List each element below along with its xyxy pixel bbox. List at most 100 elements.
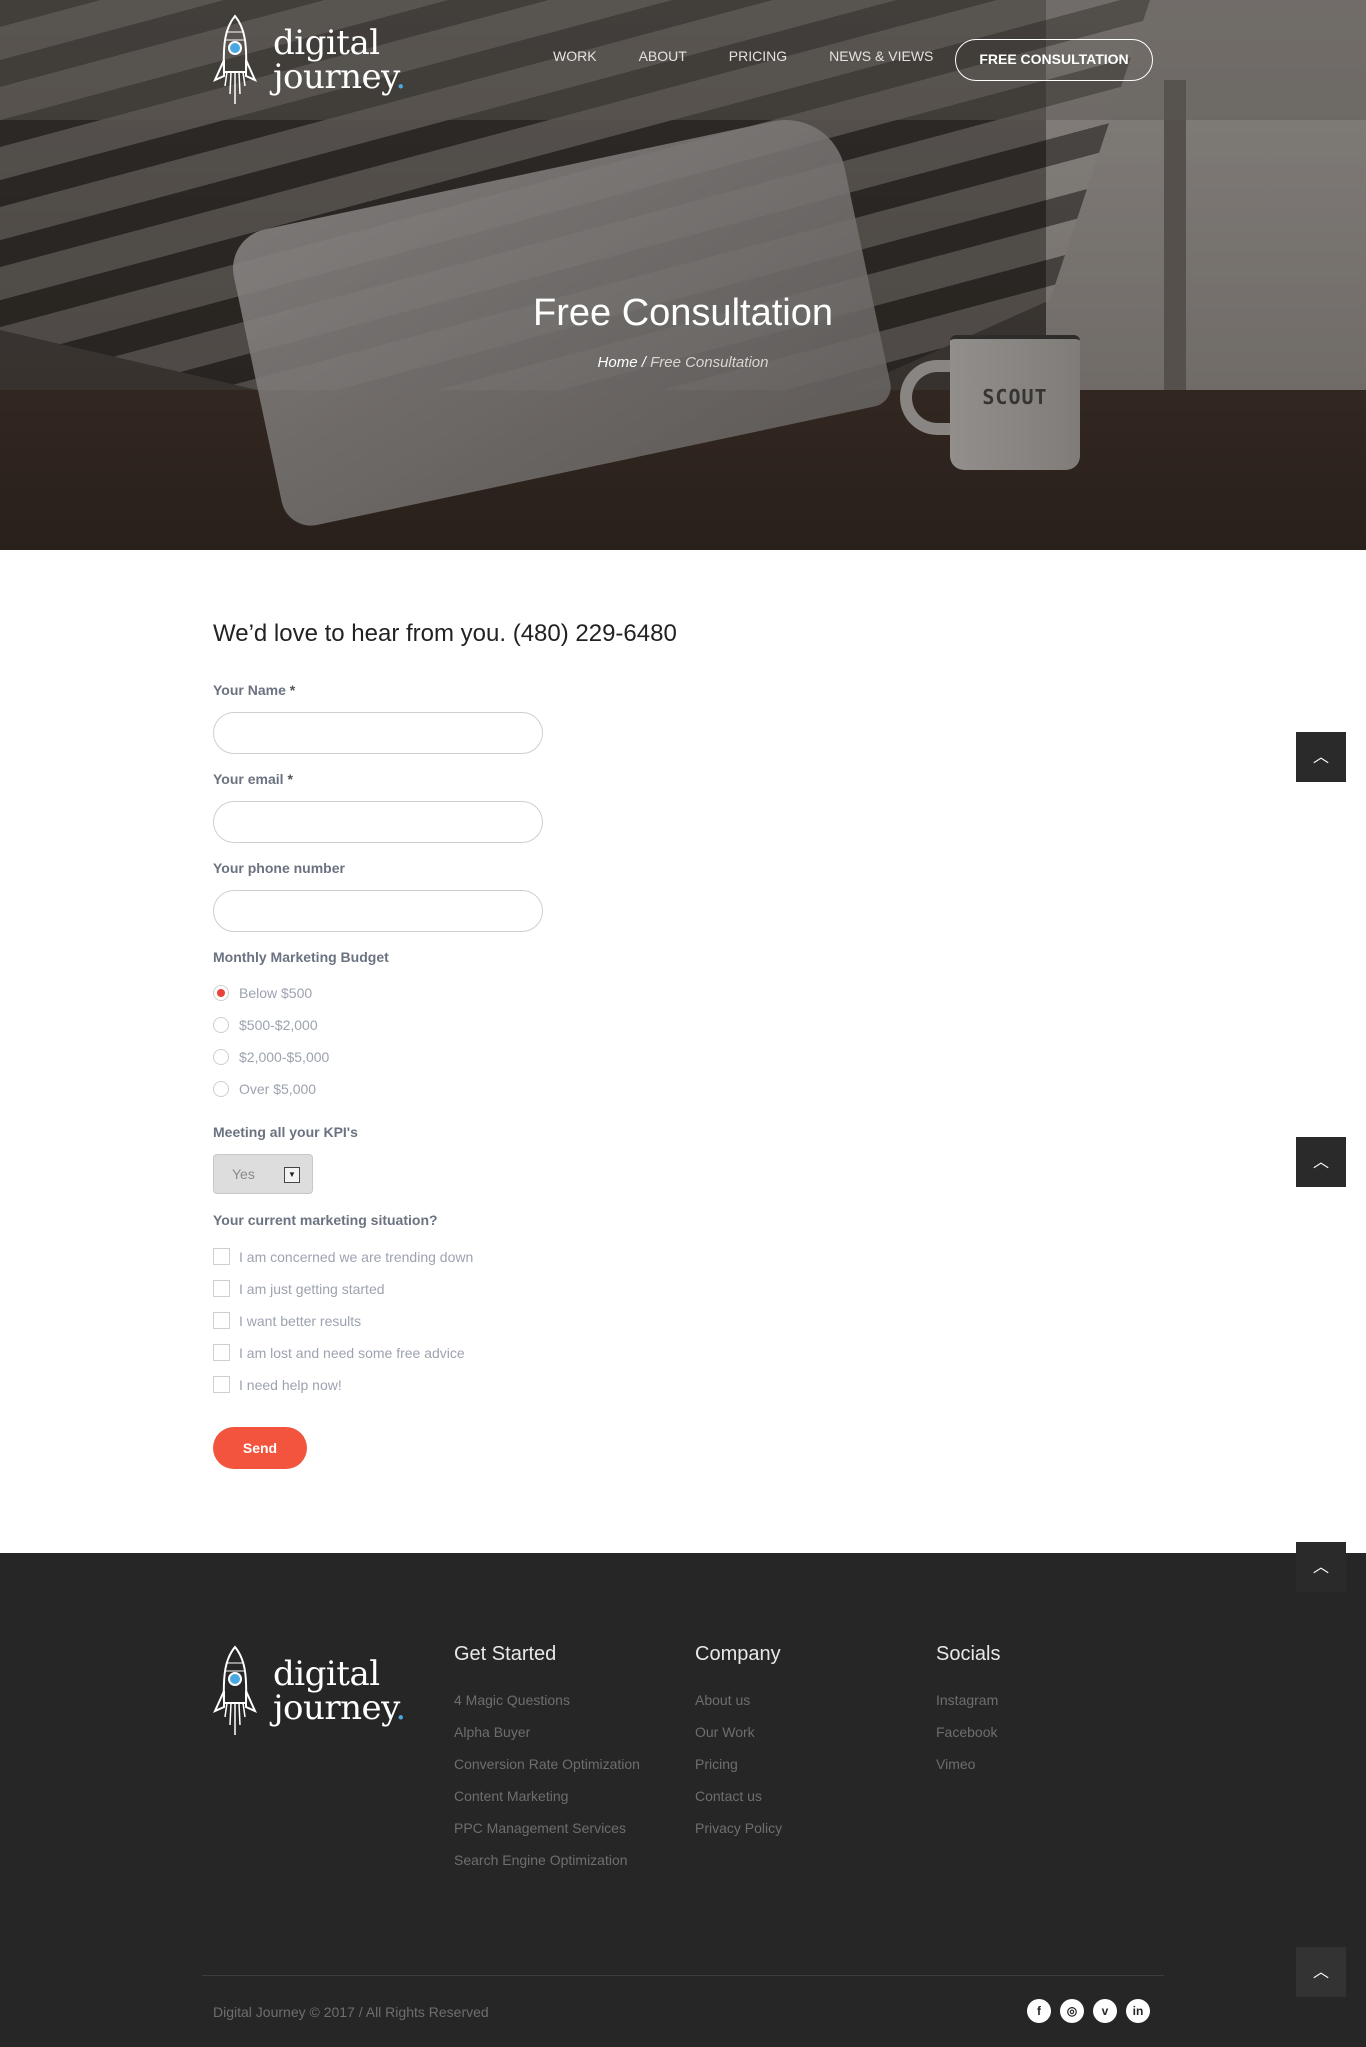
header-logo[interactable]: digital journey. <box>213 14 406 106</box>
linkedin-icon[interactable]: in <box>1126 1999 1150 2023</box>
budget-option-over-5000[interactable]: Over $5,000 <box>213 1081 316 1097</box>
vimeo-icon[interactable]: v <box>1093 1999 1117 2023</box>
nav-item-about[interactable]: ABOUT <box>639 48 687 64</box>
logo-line-1: digital <box>273 23 380 63</box>
rocket-icon <box>213 14 257 104</box>
chevron-up-icon: ︿ <box>1312 1964 1329 1981</box>
footer-link[interactable]: Facebook <box>936 1724 1000 1756</box>
budget-option-label: Over $5,000 <box>239 1081 317 1097</box>
checkbox-icon[interactable] <box>213 1376 230 1393</box>
situation-option-better-results[interactable]: I want better results <box>213 1312 361 1329</box>
budget-option-2000-5000[interactable]: $2,000-$5,000 <box>213 1049 329 1065</box>
nav-item-work[interactable]: WORK <box>553 48 597 64</box>
footer-link[interactable]: 4 Magic Questions <box>454 1692 640 1724</box>
back-to-top-button[interactable]: ︿ <box>1296 732 1346 782</box>
footer <box>0 1553 1366 2047</box>
budget-option-500-2000[interactable]: $500-$2,000 <box>213 1017 318 1033</box>
checkbox-icon[interactable] <box>213 1280 230 1297</box>
radio-icon[interactable] <box>213 1049 229 1065</box>
required-marker: * <box>289 682 296 698</box>
breadcrumb-separator: / <box>637 354 651 371</box>
email-label-text: Your email <box>213 771 284 787</box>
hero-banner: SCOUT digital journey. WORK ABOUT PRICIN… <box>0 0 1366 550</box>
footer-link[interactable]: Contact us <box>695 1788 782 1820</box>
name-input[interactable] <box>213 712 543 754</box>
budget-option-label: $2,000-$5,000 <box>239 1049 330 1065</box>
facebook-icon[interactable]: f <box>1027 1999 1051 2023</box>
situation-option-label: I need help now! <box>239 1376 342 1393</box>
logo-dot: . <box>395 57 406 97</box>
email-label: Your email * <box>213 771 293 787</box>
breadcrumb: Home / Free Consultation <box>0 354 1366 371</box>
name-label-text: Your Name <box>213 682 286 698</box>
situation-option-trending-down[interactable]: I am concerned we are trending down <box>213 1248 473 1265</box>
footer-link[interactable]: PPC Management Services <box>454 1820 640 1852</box>
footer-links: About us Our Work Pricing Contact us Pri… <box>695 1692 782 1852</box>
situation-option-free-advice[interactable]: I am lost and need some free advice <box>213 1344 465 1361</box>
chevron-up-icon: ︿ <box>1312 1154 1329 1171</box>
free-consultation-button[interactable]: FREE CONSULTATION <box>955 39 1153 81</box>
checkbox-icon[interactable] <box>213 1248 230 1265</box>
checkbox-icon[interactable] <box>213 1312 230 1329</box>
back-to-top-button[interactable]: ︿ <box>1296 1542 1346 1592</box>
situation-option-label: I want better results <box>239 1312 362 1329</box>
logo-line-2-text: journey <box>273 57 396 97</box>
main-nav: WORK ABOUT PRICING NEWS & VIEWS <box>553 48 975 64</box>
email-input[interactable] <box>213 801 543 843</box>
checkbox-icon[interactable] <box>213 1344 230 1361</box>
footer-link[interactable]: Privacy Policy <box>695 1820 782 1852</box>
footer-link[interactable]: Our Work <box>695 1724 782 1756</box>
logo-line-1: digital <box>273 1654 380 1694</box>
phone-input[interactable] <box>213 890 543 932</box>
situation-label: Your current marketing situation? <box>213 1212 438 1228</box>
dropdown-arrow-icon[interactable]: ▼ <box>284 1167 300 1183</box>
footer-link[interactable]: Content Marketing <box>454 1788 640 1820</box>
logo-dot: . <box>395 1688 406 1728</box>
form-headline: We’d love to hear from you. (480) 229-64… <box>213 620 677 647</box>
kpi-label: Meeting all your KPI's <box>213 1124 358 1140</box>
breadcrumb-current: Free Consultation <box>650 354 769 371</box>
rocket-icon <box>213 1645 257 1735</box>
footer-divider <box>202 1975 1164 1976</box>
footer-link[interactable]: Vimeo <box>936 1756 1000 1788</box>
logo-wordmark: digital journey. <box>273 26 406 94</box>
footer-logo[interactable]: digital journey. <box>213 1645 406 1737</box>
kpi-select-value: Yes <box>232 1166 255 1182</box>
footer-link[interactable]: Conversion Rate Optimization <box>454 1756 640 1788</box>
footer-links: Instagram Facebook Vimeo <box>936 1692 1000 1788</box>
budget-option-below-500[interactable]: Below $500 <box>213 985 312 1001</box>
social-icons: f ◎ v in <box>1027 1999 1159 2023</box>
radio-checked-icon[interactable] <box>213 985 229 1001</box>
footer-link[interactable]: Search Engine Optimization <box>454 1852 640 1884</box>
radio-icon[interactable] <box>213 1081 229 1097</box>
footer-links: 4 Magic Questions Alpha Buyer Conversion… <box>454 1692 640 1884</box>
budget-option-label: $500-$2,000 <box>239 1017 318 1033</box>
footer-column-get-started: Get Started 4 Magic Questions Alpha Buye… <box>454 1643 640 1884</box>
footer-link[interactable]: Alpha Buyer <box>454 1724 640 1756</box>
chevron-up-icon: ︿ <box>1312 1559 1329 1576</box>
situation-option-getting-started[interactable]: I am just getting started <box>213 1280 385 1297</box>
send-button[interactable]: Send <box>213 1427 307 1469</box>
situation-option-label: I am concerned we are trending down <box>239 1248 474 1265</box>
footer-link[interactable]: About us <box>695 1692 782 1724</box>
nav-item-pricing[interactable]: PRICING <box>729 48 787 64</box>
radio-icon[interactable] <box>213 1017 229 1033</box>
back-to-top-button[interactable]: ︿ <box>1296 1947 1346 1997</box>
logo-wordmark: digital journey. <box>273 1657 406 1725</box>
logo-line-2: journey. <box>273 60 406 94</box>
logo-line-2-text: journey <box>273 1688 396 1728</box>
phone-label: Your phone number <box>213 860 345 876</box>
chevron-up-icon: ︿ <box>1312 749 1329 766</box>
footer-link[interactable]: Instagram <box>936 1692 1000 1724</box>
kpi-select[interactable]: Yes ▼ <box>213 1154 313 1194</box>
budget-label: Monthly Marketing Budget <box>213 949 389 965</box>
footer-link[interactable]: Pricing <box>695 1756 782 1788</box>
situation-option-label: I am just getting started <box>239 1280 385 1297</box>
nav-item-news-views[interactable]: NEWS & VIEWS <box>829 48 933 64</box>
footer-column-socials: Socials Instagram Facebook Vimeo <box>936 1643 1000 1788</box>
copyright-text: Digital Journey © 2017 / All Rights Rese… <box>213 2004 489 2020</box>
back-to-top-button[interactable]: ︿ <box>1296 1137 1346 1187</box>
situation-option-help-now[interactable]: I need help now! <box>213 1376 342 1393</box>
instagram-icon[interactable]: ◎ <box>1060 1999 1084 2023</box>
breadcrumb-home[interactable]: Home <box>598 354 638 371</box>
